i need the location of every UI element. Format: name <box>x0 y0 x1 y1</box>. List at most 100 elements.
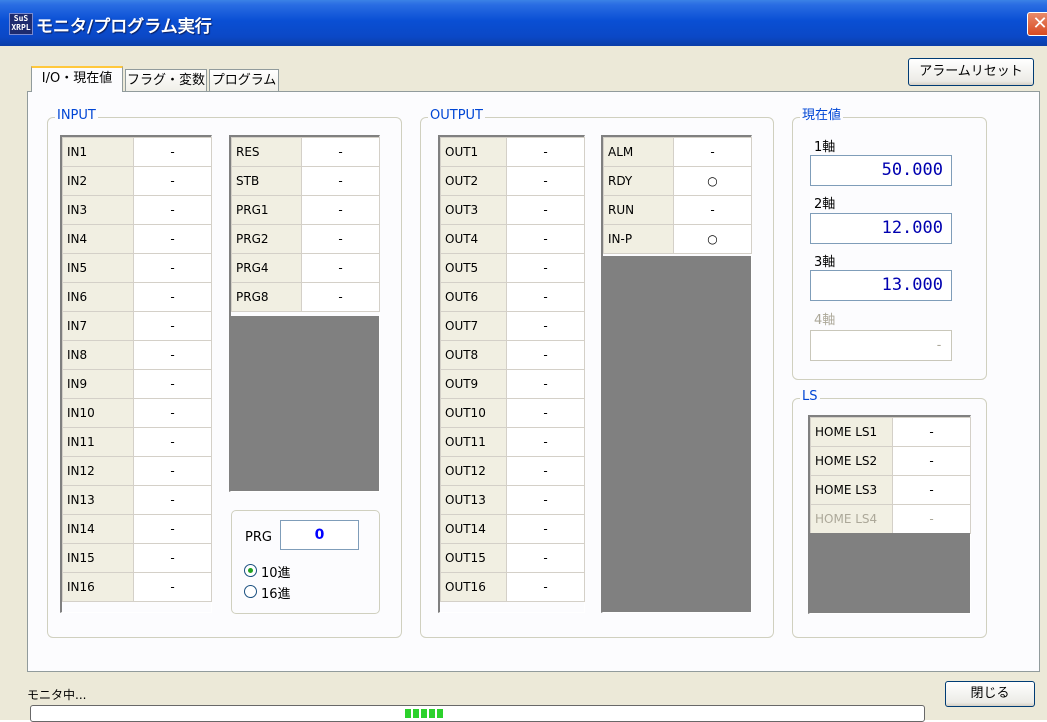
io-row: OUT6- <box>440 282 585 312</box>
ls-table: HOME LS1- HOME LS2- HOME LS3- HOME LS4- <box>810 417 971 534</box>
radio-hex-label[interactable]: 16進 <box>261 583 291 602</box>
io-row: HOME LS2- <box>810 446 971 476</box>
axis4-label: 4軸 <box>814 313 836 328</box>
io-row: ALM - <box>603 137 752 167</box>
monitor-program-window: SuS XRPL モニタ/プログラム実行 ✕ アラームリセット I/O・現在値 フ… <box>0 0 1047 722</box>
io-name: OUT11 <box>440 427 507 457</box>
io-value: - <box>133 398 212 428</box>
io-name: OUT9 <box>440 369 507 399</box>
io-name: ALM <box>603 137 674 167</box>
io-value: - <box>133 137 212 167</box>
io-row: HOME LS4- <box>810 504 971 534</box>
io-row: IN11- <box>62 427 212 457</box>
io-value: - <box>301 166 380 196</box>
radio-decimal-label[interactable]: 10進 <box>261 562 291 581</box>
axis1-value: 50.000 <box>810 155 952 186</box>
io-row: IN4- <box>62 224 212 254</box>
io-row: IN16- <box>62 572 212 602</box>
io-value: - <box>673 137 752 167</box>
io-row: OUT14- <box>440 514 585 544</box>
io-name: IN1 <box>62 137 134 167</box>
io-row: IN-P ○ <box>603 224 752 254</box>
io-value: - <box>133 195 212 225</box>
io-name: IN4 <box>62 224 134 254</box>
io-value: - <box>133 456 212 486</box>
io-value: - <box>506 311 585 341</box>
io-row: IN9- <box>62 369 212 399</box>
ls-group-label: LS <box>800 389 820 405</box>
io-name: OUT12 <box>440 456 507 486</box>
io-value: - <box>301 282 380 312</box>
tab-program[interactable]: プログラム <box>209 69 279 91</box>
radio-hex[interactable] <box>244 585 257 598</box>
io-name: OUT14 <box>440 514 507 544</box>
io-row: IN3- <box>62 195 212 225</box>
io-row: HOME LS3- <box>810 475 971 505</box>
io-value: - <box>506 195 585 225</box>
io-value: - <box>506 572 585 602</box>
io-name: OUT10 <box>440 398 507 428</box>
io-row: PRG8- <box>231 282 380 312</box>
io-name: OUT4 <box>440 224 507 254</box>
io-value: - <box>301 195 380 225</box>
io-row: IN6- <box>62 282 212 312</box>
io-row: PRG4- <box>231 253 380 283</box>
io-row: OUT9- <box>440 369 585 399</box>
tab-flags-variables[interactable]: フラグ・変数 <box>125 69 207 91</box>
io-row: IN14- <box>62 514 212 544</box>
prg-value-field: 0 <box>280 520 359 550</box>
io-name: IN9 <box>62 369 134 399</box>
io-name: IN5 <box>62 253 134 283</box>
current-value-group-label: 現在値 <box>800 108 844 124</box>
io-name: IN-P <box>603 224 674 254</box>
tab-io-current[interactable]: I/O・現在値 <box>31 66 123 92</box>
io-value: - <box>506 340 585 370</box>
axis1-label: 1軸 <box>814 140 836 155</box>
io-name: IN11 <box>62 427 134 457</box>
io-value: - <box>133 572 212 602</box>
io-value: - <box>506 514 585 544</box>
progress-bar <box>30 705 925 722</box>
io-value: - <box>133 166 212 196</box>
output-table-2-empty <box>603 256 751 612</box>
progress-block <box>429 709 435 718</box>
io-name: OUT5 <box>440 253 507 283</box>
close-button[interactable]: 閉じる <box>945 681 1035 707</box>
radio-decimal[interactable] <box>244 564 257 577</box>
io-value: - <box>506 398 585 428</box>
io-row: HOME LS1- <box>810 417 971 447</box>
io-value: - <box>133 224 212 254</box>
io-row: IN2- <box>62 166 212 196</box>
close-window-icon[interactable]: ✕ <box>1027 12 1047 36</box>
io-row: IN1- <box>62 137 212 167</box>
io-row: RDY ○ <box>603 166 752 196</box>
io-row: OUT15- <box>440 543 585 573</box>
io-name: OUT3 <box>440 195 507 225</box>
io-row: OUT12- <box>440 456 585 486</box>
io-row: OUT16- <box>440 572 585 602</box>
title-bar[interactable]: SuS XRPL モニタ/プログラム実行 ✕ <box>0 0 1047 46</box>
alarm-reset-button[interactable]: アラームリセット <box>908 58 1034 86</box>
io-row: OUT13- <box>440 485 585 515</box>
axis2-label: 2軸 <box>814 197 836 212</box>
io-name: OUT2 <box>440 166 507 196</box>
io-row: OUT11- <box>440 427 585 457</box>
io-row: IN8- <box>62 340 212 370</box>
input-group-label: INPUT <box>55 108 98 124</box>
progress-indicator <box>405 708 443 719</box>
io-row: OUT5- <box>440 253 585 283</box>
output-table-1: OUT1- OUT2- OUT3- OUT4- OUT5- OUT6- OUT7- OUT8-… <box>440 137 585 602</box>
io-value: - <box>133 514 212 544</box>
io-name: IN16 <box>62 572 134 602</box>
io-row: OUT10- <box>440 398 585 428</box>
io-name: PRG1 <box>231 195 302 225</box>
io-row: OUT8- <box>440 340 585 370</box>
io-value: - <box>133 369 212 399</box>
io-name: RUN <box>603 195 674 225</box>
io-value: - <box>506 369 585 399</box>
axis3-label: 3軸 <box>814 255 836 270</box>
progress-block <box>437 709 443 718</box>
io-row: RES - <box>231 137 380 167</box>
io-row: OUT7- <box>440 311 585 341</box>
io-value: - <box>506 543 585 573</box>
